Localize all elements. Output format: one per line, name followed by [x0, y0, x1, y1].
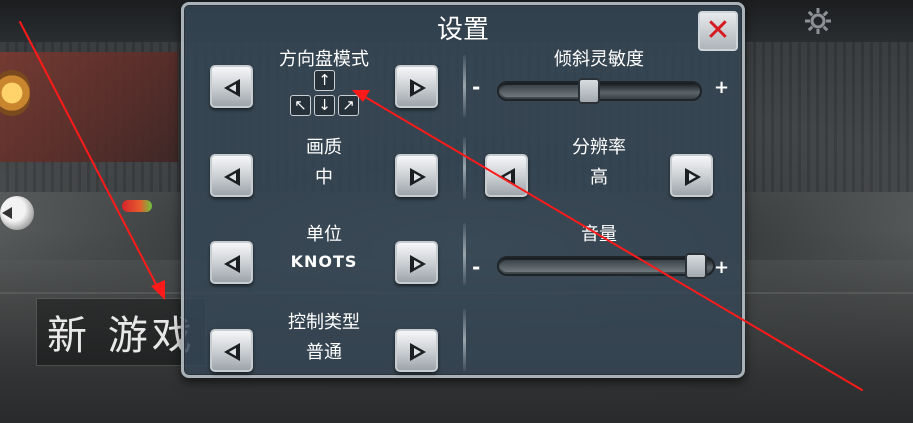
- arrow-left-icon: [224, 168, 240, 186]
- units-next-button[interactable]: [395, 241, 438, 284]
- quality-prev-button[interactable]: [210, 154, 253, 197]
- resolution-next-button[interactable]: [670, 154, 713, 197]
- resolution-value: 高: [590, 167, 608, 188]
- quality-label: 画质: [306, 137, 342, 158]
- tilt-minus: -: [472, 75, 481, 99]
- volume-label: 音量: [581, 224, 617, 245]
- close-icon: ✕: [705, 13, 731, 48]
- steering-mode-next-button[interactable]: [395, 65, 438, 108]
- control-type-next-button[interactable]: [395, 329, 438, 372]
- control-type-value: 普通: [306, 342, 342, 363]
- gear-icon[interactable]: [796, 0, 840, 42]
- control-type-label: 控制类型: [288, 312, 360, 333]
- volume-plus: +: [714, 257, 730, 278]
- tilt-plus: +: [714, 77, 730, 98]
- arrow-right-icon: [410, 255, 426, 273]
- arrow-right-icon: [410, 343, 426, 361]
- arrow-right-icon: [410, 168, 426, 186]
- steering-mode-prev-button[interactable]: [210, 65, 253, 108]
- steering-key-up: ↑: [314, 70, 335, 91]
- resolution-label: 分辨率: [572, 137, 626, 158]
- volume-minus: -: [472, 255, 481, 279]
- column-divider: [463, 55, 466, 117]
- arrow-left-icon: [224, 79, 240, 97]
- tilt-sensitivity-label: 倾斜灵敏度: [554, 49, 644, 70]
- poster-emblem: [0, 70, 30, 116]
- aircraft-nose: [122, 200, 152, 212]
- column-divider: [463, 223, 466, 285]
- resolution-prev-button[interactable]: [485, 154, 528, 197]
- arrow-left-icon: [224, 255, 240, 273]
- steering-key-left-up: ↖: [290, 95, 311, 116]
- column-divider: [463, 137, 466, 199]
- quality-next-button[interactable]: [395, 154, 438, 197]
- arrow-left-icon: [499, 168, 515, 186]
- panel-title: 设置: [436, 15, 489, 45]
- close-button[interactable]: ✕: [698, 11, 738, 51]
- units-prev-button[interactable]: [210, 241, 253, 284]
- slider-thumb[interactable]: [577, 78, 600, 104]
- chevron-left-icon[interactable]: [0, 196, 34, 230]
- slider-fill: [501, 260, 699, 272]
- arrow-right-icon: [410, 79, 426, 97]
- arrow-right-icon: [685, 168, 701, 186]
- volume-slider[interactable]: [497, 253, 715, 279]
- control-type-prev-button[interactable]: [210, 329, 253, 372]
- steering-key-down: ↓: [314, 95, 335, 116]
- new-game-label: 新 游戏: [47, 313, 196, 359]
- steering-key-right-up: ↗: [338, 95, 359, 116]
- quality-value: 中: [315, 167, 333, 188]
- units-value: KNOTS: [290, 252, 358, 271]
- steering-mode-label: 方向盘模式: [279, 49, 369, 70]
- arrow-left-icon: [224, 343, 240, 361]
- slider-thumb[interactable]: [685, 253, 708, 279]
- tilt-sensitivity-slider[interactable]: [497, 78, 702, 104]
- units-label: 单位: [306, 224, 342, 245]
- column-divider: [463, 309, 466, 371]
- settings-panel: 设置 ✕ 方向盘模式 ↑ ↖ ↓ ↗ 倾斜灵敏度 - + 画质 中 分辨率 高 …: [181, 2, 745, 378]
